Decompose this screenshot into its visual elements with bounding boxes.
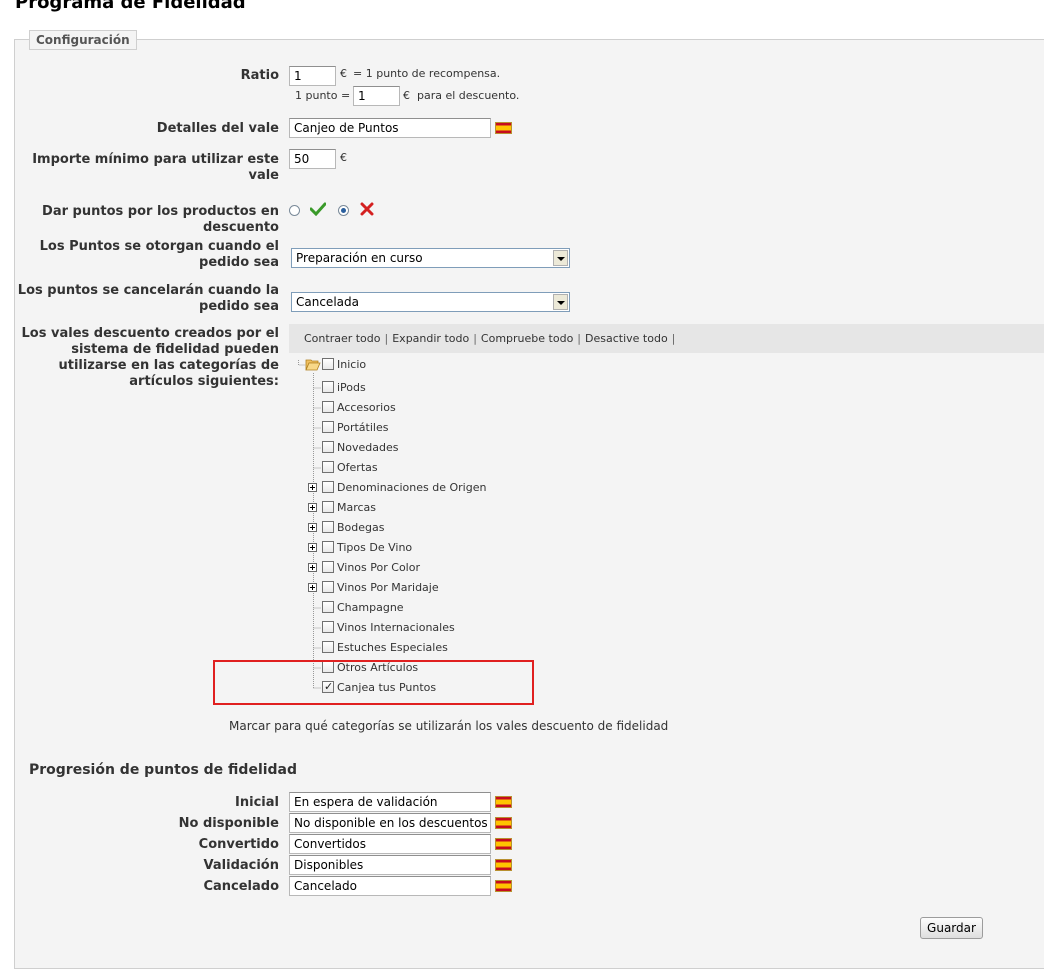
highlight-annotation — [213, 660, 534, 705]
tree-item[interactable]: Estuches Especiales — [322, 641, 448, 657]
category-label: Champagne — [337, 601, 404, 614]
tree-item[interactable]: Bodegas — [322, 521, 384, 537]
category-checkbox[interactable] — [322, 581, 334, 593]
category-label: iPods — [337, 381, 366, 394]
ratio-suffix: = 1 punto de recompensa. — [353, 67, 501, 80]
spain-flag-icon[interactable] — [495, 859, 512, 871]
category-label: Denominaciones de Origen — [337, 481, 487, 494]
category-checkbox[interactable] — [322, 541, 334, 553]
category-checkbox[interactable] — [322, 461, 334, 473]
category-label: Vinos Por Color — [337, 561, 420, 574]
tree-item[interactable]: iPods — [322, 381, 366, 397]
category-label: Tipos De Vino — [337, 541, 413, 554]
progression-input[interactable]: Cancelado — [289, 876, 491, 896]
cross-icon — [360, 202, 374, 216]
tree-item[interactable]: Ofertas — [322, 461, 378, 477]
expand-plus-icon[interactable] — [308, 523, 317, 532]
point-value-input[interactable]: 1 — [353, 86, 400, 106]
tree-item[interactable]: Vinos Por Maridaje — [322, 581, 439, 597]
expand-all-link[interactable]: Expandir todo — [392, 332, 469, 345]
progression-label: Convertido — [198, 837, 279, 852]
category-checkbox[interactable] — [322, 641, 334, 653]
progression-label: Inicial — [235, 795, 279, 810]
category-checkbox[interactable] — [322, 401, 334, 413]
tree-connector-lines — [298, 360, 321, 689]
point-currency: € — [403, 89, 410, 102]
progression-input[interactable]: Convertidos — [289, 834, 491, 854]
point-suffix: para el descuento. — [417, 89, 520, 102]
save-button[interactable]: Guardar — [920, 917, 983, 939]
tree-item[interactable]: Novedades — [322, 441, 398, 457]
tree-item[interactable]: Accesorios — [322, 401, 396, 417]
tree-item[interactable]: Denominaciones de Origen — [322, 481, 486, 497]
category-label: Accesorios — [337, 401, 396, 414]
ratio-currency: € — [340, 67, 347, 80]
category-checkbox[interactable] — [322, 621, 334, 633]
tree-item[interactable]: Champagne — [322, 601, 404, 617]
check-all-link[interactable]: Compruebe todo — [481, 332, 573, 345]
folder-open-icon — [305, 359, 321, 371]
category-label: Inicio — [337, 358, 367, 371]
category-label: Vinos Internacionales — [337, 621, 455, 634]
category-label: Bodegas — [337, 521, 385, 534]
expand-plus-icon[interactable] — [308, 483, 317, 492]
category-checkbox[interactable] — [322, 441, 334, 453]
spain-flag-icon[interactable] — [495, 838, 512, 850]
progression-label: Cancelado — [203, 879, 279, 894]
expand-plus-icon[interactable] — [308, 503, 317, 512]
category-checkbox[interactable] — [322, 358, 334, 370]
expand-plus-icon[interactable] — [308, 583, 317, 592]
category-label: Portátiles — [337, 421, 389, 434]
expand-plus-icon[interactable] — [308, 563, 317, 572]
tree-toolbar: Contraer todo | Expandir todo | Compruebe to… — [289, 324, 1044, 353]
tree-item[interactable]: Tipos De Vino — [322, 541, 412, 557]
category-checkbox[interactable] — [322, 421, 334, 433]
expand-plus-icon[interactable] — [308, 543, 317, 552]
category-label: Marcas — [337, 501, 377, 514]
progression-label: Validación — [203, 858, 279, 873]
spain-flag-icon[interactable] — [495, 880, 512, 892]
category-label: Novedades — [337, 441, 399, 454]
chevron-down-icon — [553, 294, 568, 310]
separator: | — [577, 332, 582, 345]
chevron-down-icon — [553, 250, 568, 266]
progression-title: Progresión de puntos de fidelidad — [29, 762, 298, 778]
spain-flag-icon[interactable] — [495, 796, 512, 808]
category-checkbox[interactable] — [322, 481, 334, 493]
tree-item[interactable]: Vinos Internacionales — [322, 621, 455, 637]
category-checkbox[interactable] — [322, 601, 334, 613]
categories-hint: Marcar para qué categorías se utilizarán… — [229, 719, 669, 733]
category-checkbox[interactable] — [322, 561, 334, 573]
category-label: Estuches Especiales — [337, 641, 448, 654]
separator: | — [384, 332, 389, 345]
min-amount-currency: € — [340, 151, 347, 164]
category-checkbox[interactable] — [322, 501, 334, 513]
category-checkbox[interactable] — [322, 521, 334, 533]
category-label: Vinos Por Maridaje — [337, 581, 439, 594]
uncheck-all-link[interactable]: Desactive todo — [585, 332, 668, 345]
progression-input[interactable]: No disponible en los descuentos — [289, 813, 491, 833]
tree-item[interactable]: Marcas — [322, 501, 376, 517]
separator: | — [473, 332, 477, 345]
category-checkbox[interactable] — [322, 381, 334, 393]
category-label: Ofertas — [337, 461, 378, 474]
separator: | — [671, 332, 676, 345]
spain-flag-icon[interactable] — [495, 817, 512, 829]
progression-input[interactable]: En espera de validación — [289, 792, 491, 812]
tree-item[interactable]: Portátiles — [322, 421, 388, 437]
tree-item-inicio[interactable]: Inicio — [322, 358, 366, 374]
tree-item[interactable]: Vinos Por Color — [322, 561, 420, 577]
progression-label: No disponible — [178, 816, 279, 831]
progression-input[interactable]: Disponibles — [289, 855, 491, 875]
spain-flag-icon[interactable] — [495, 122, 512, 134]
